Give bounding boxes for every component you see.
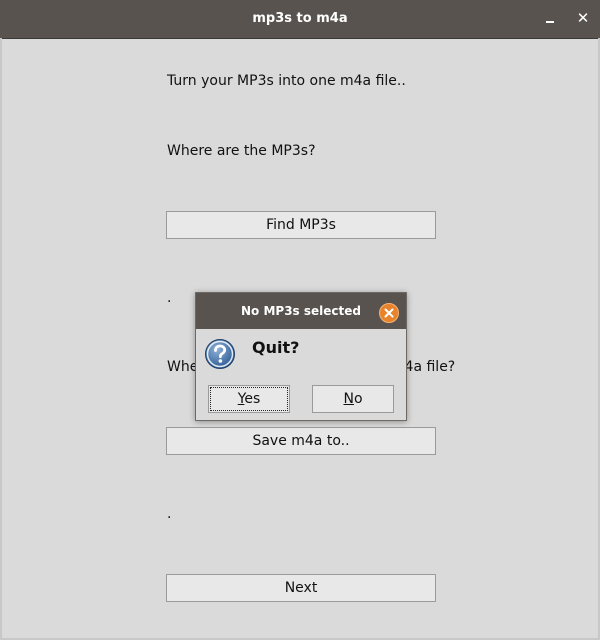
no-label: o xyxy=(353,391,363,407)
window-title: mp3s to m4a xyxy=(252,11,348,26)
window-border-left xyxy=(0,38,2,640)
mp3s-location-label: Where are the MP3s? xyxy=(167,143,316,159)
minimize-icon xyxy=(546,21,554,23)
minimize-button[interactable] xyxy=(537,0,563,38)
title-bar[interactable]: mp3s to m4a ✕ xyxy=(0,0,600,39)
yes-label: es xyxy=(244,391,261,407)
no-mnemonic: N xyxy=(343,391,354,407)
quit-dialog: No MP3s selected Quit? Yes No xyxy=(195,292,407,421)
intro-text: Turn your MP3s into one m4a file.. xyxy=(167,73,406,89)
save-path-value: . xyxy=(167,506,172,522)
dialog-title-bar[interactable]: No MP3s selected xyxy=(196,293,406,329)
close-icon: ✕ xyxy=(576,9,590,27)
dialog-close-button[interactable] xyxy=(379,303,399,323)
mp3s-path-value: . xyxy=(167,290,172,306)
close-icon xyxy=(384,308,394,318)
next-button[interactable]: Next xyxy=(166,574,436,602)
close-button[interactable]: ✕ xyxy=(570,0,596,38)
yes-button[interactable]: Yes xyxy=(208,385,290,413)
no-button[interactable]: No xyxy=(312,385,394,413)
find-mp3s-button[interactable]: Find MP3s xyxy=(166,211,436,239)
dialog-title: No MP3s selected xyxy=(241,304,361,318)
question-icon xyxy=(205,339,235,369)
save-m4a-button[interactable]: Save m4a to.. xyxy=(166,427,436,455)
dialog-message: Quit? xyxy=(252,338,300,357)
